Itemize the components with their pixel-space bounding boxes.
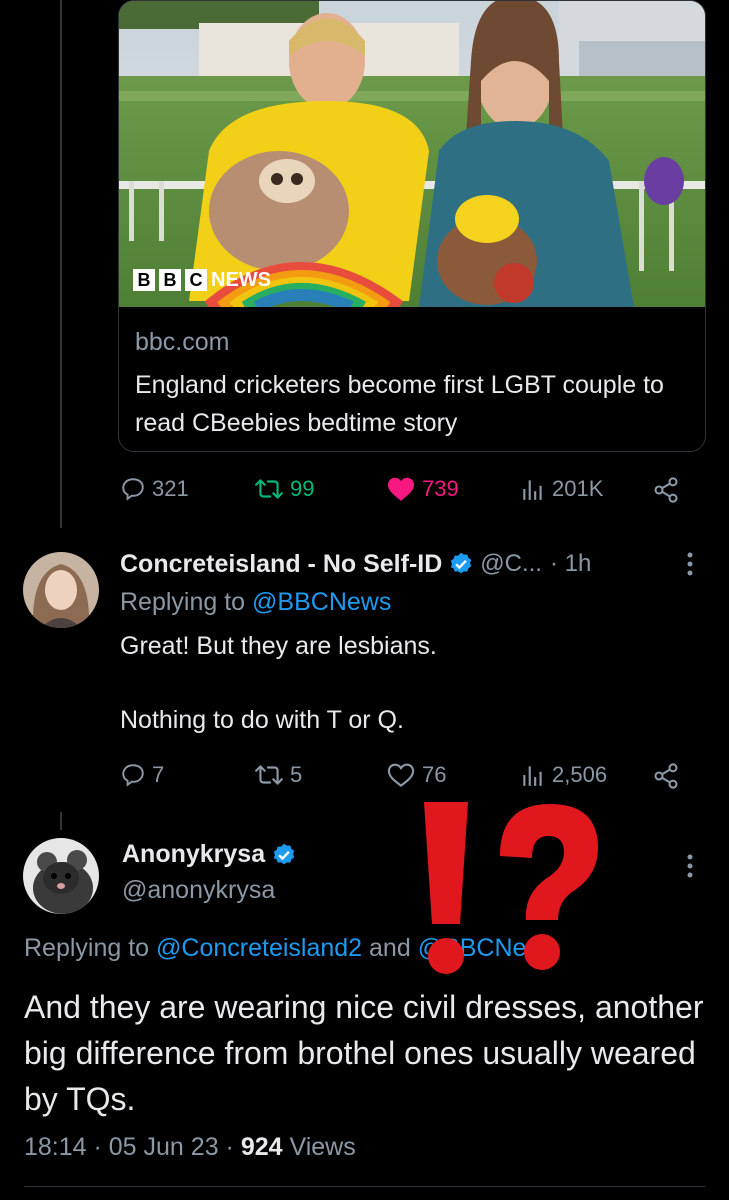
reply-icon [122, 478, 144, 501]
reply-button[interactable]: 321 [120, 476, 189, 502]
views-count: 201K [552, 476, 604, 501]
timestamp[interactable]: 18:14 · 05 Jun 23 · [24, 1133, 234, 1161]
handle: @C... [480, 550, 542, 577]
retweet-icon [255, 765, 283, 785]
heart-outline-icon [387, 763, 415, 787]
bbc-box-2: B [163, 270, 177, 290]
verified-badge-icon [273, 843, 295, 864]
retweet-count: 99 [290, 476, 315, 501]
card-title: England cricketers become first LGBT cou… [135, 371, 664, 437]
card-domain: bbc.com [135, 328, 230, 356]
reply-icon [122, 764, 144, 787]
views-icon [523, 766, 542, 786]
avatar[interactable] [23, 552, 99, 628]
like-button[interactable]: 739 [386, 476, 459, 502]
tweet-meta: 18:14 · 05 Jun 23 · 924 Views [24, 1133, 356, 1162]
bbc-news-word: NEWS [211, 269, 271, 291]
like-count: 76 [422, 762, 447, 787]
interrobang-overlay-icon [412, 796, 612, 976]
share-button[interactable] [652, 476, 680, 504]
bbc-box-3: C [189, 270, 203, 290]
views-icon [523, 480, 542, 500]
display-name[interactable]: Concreteisland - No Self-ID [120, 550, 442, 579]
replying-and: and [369, 934, 411, 962]
thread-line-short [60, 812, 62, 830]
views-count: 2,506 [552, 762, 608, 787]
mention-link[interactable]: @BBCNews [252, 588, 391, 616]
heart-filled-icon [388, 477, 414, 501]
bbc-box-1: B [137, 270, 151, 290]
tweet-header: Concreteisland - No Self-ID @C... · 1h [120, 548, 591, 580]
replying-to: Replying to @BBCNews [120, 588, 391, 617]
reply-count: 7 [152, 762, 165, 787]
views-label: Views [289, 1133, 356, 1161]
display-name[interactable]: Anonykrysa [122, 840, 265, 869]
tweet-text-line1: Great! But they are lesbians. [120, 632, 437, 660]
replying-prefix: Replying to [120, 588, 246, 616]
tweet-text-line2: Nothing to do with T or Q. [120, 706, 404, 734]
share-icon [654, 763, 678, 789]
retweet-button[interactable]: 99 [254, 476, 314, 502]
reply-button[interactable]: 7 [120, 762, 164, 788]
share-icon [654, 477, 678, 503]
share-button[interactable] [652, 762, 680, 790]
like-button[interactable]: 76 [386, 762, 446, 788]
handle[interactable]: @anonykrysa [122, 876, 275, 905]
thread-line [60, 0, 62, 528]
views-button[interactable]: 201K [520, 476, 603, 502]
replying-prefix: Replying to [24, 934, 150, 962]
retweet-count: 5 [290, 762, 303, 787]
retweet-button[interactable]: 5 [254, 762, 302, 788]
mention-link-1[interactable]: @Concreteisland2 [156, 934, 362, 962]
divider [24, 1186, 705, 1187]
card-image: B B C NEWS [119, 1, 705, 307]
tweet-text: And they are wearing nice civil dresses,… [24, 989, 704, 1117]
avatar[interactable] [23, 838, 99, 914]
retweet-icon [255, 479, 283, 499]
reply-count: 321 [152, 476, 189, 501]
link-card[interactable]: B B C NEWS bbc.com England cricketers be… [118, 0, 706, 452]
tweet-header: Anonykrysa [122, 840, 297, 869]
timestamp[interactable]: · 1h [550, 550, 591, 578]
more-options-icon[interactable] [684, 852, 696, 882]
views-count: 924 [240, 1133, 283, 1161]
views-button[interactable]: 2,506 [520, 762, 607, 788]
more-options-icon[interactable] [684, 550, 696, 580]
verified-badge-icon [451, 552, 472, 574]
like-count: 739 [422, 476, 459, 501]
